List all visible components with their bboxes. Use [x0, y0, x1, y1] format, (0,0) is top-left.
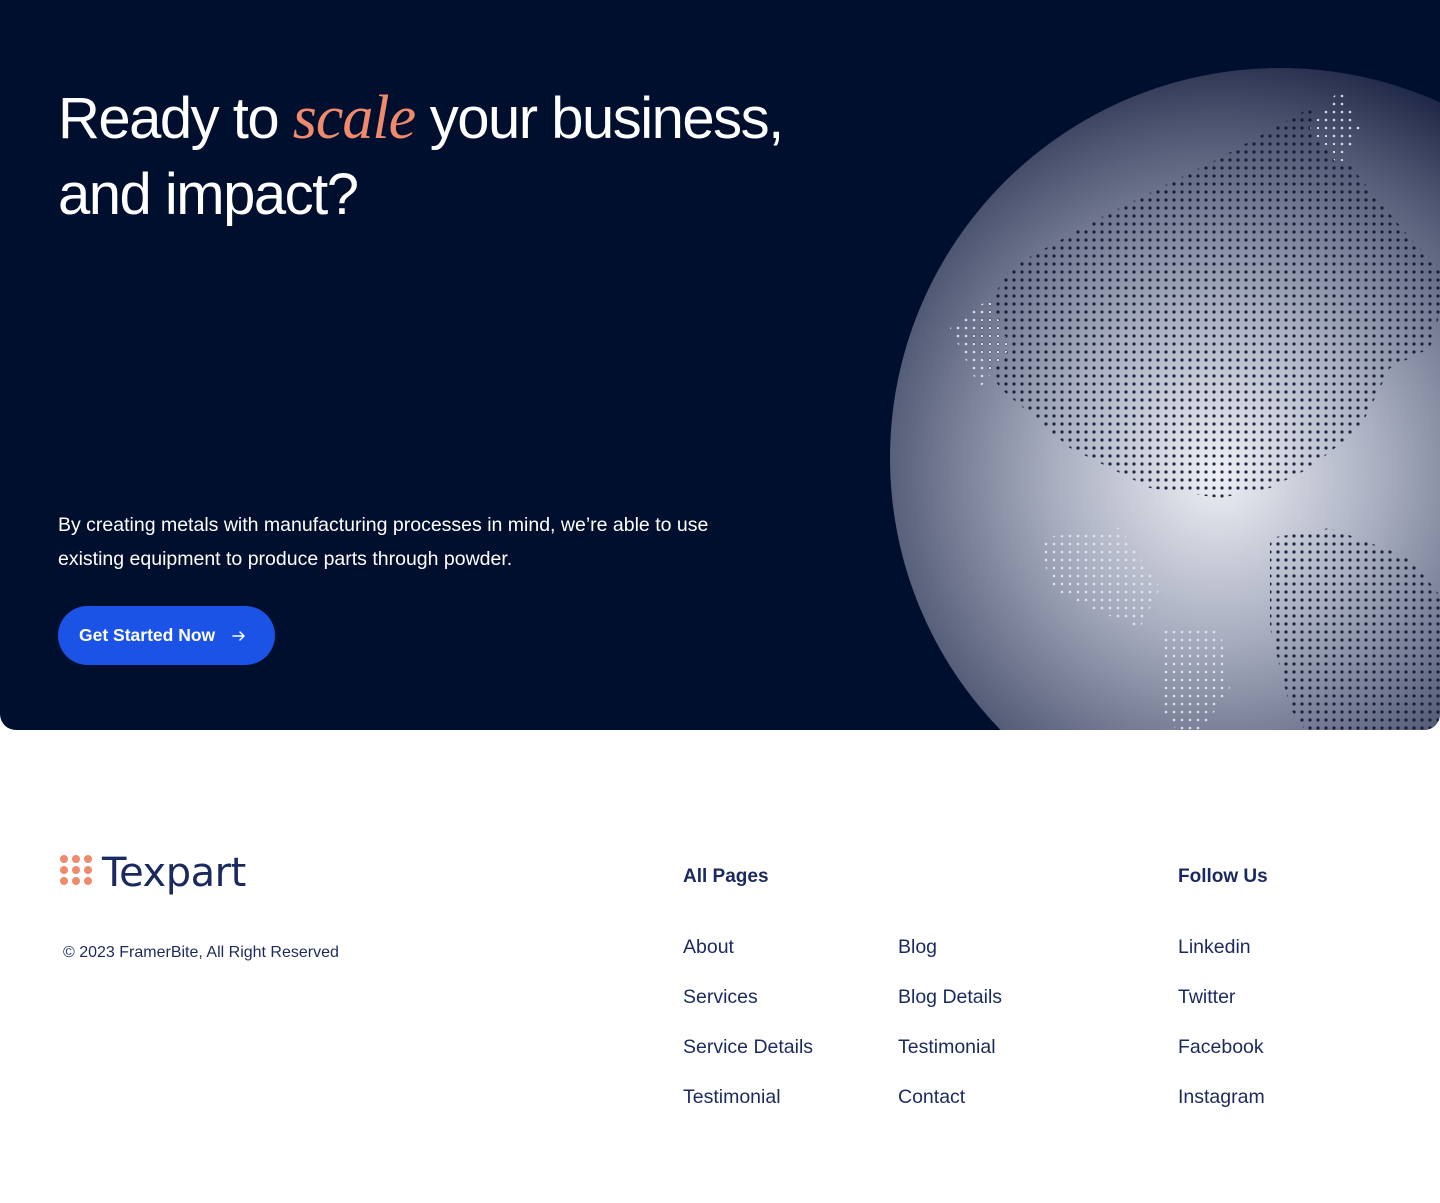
headline-text-end: and impact? — [58, 162, 359, 227]
texpart-logo[interactable]: Texpart — [58, 850, 246, 896]
social-link-twitter[interactable]: Twitter — [1178, 985, 1265, 1035]
cta-description: By creating metals with manufacturing pr… — [58, 514, 709, 570]
footer-link-service-details[interactable]: Service Details — [683, 1035, 813, 1085]
footer-link-blog-details[interactable]: Blog Details — [898, 985, 1002, 1035]
footer-link-testimonial[interactable]: Testimonial — [683, 1085, 813, 1135]
cta-section: Ready to scale your business, and impact… — [0, 0, 1440, 730]
social-link-facebook[interactable]: Facebook — [1178, 1035, 1265, 1085]
copyright-text: © 2023 FramerBite, All Right Reserved — [63, 944, 339, 961]
get-started-button-label: Get Started Now — [79, 625, 216, 645]
headline-text-start: Ready to — [58, 86, 293, 151]
footer-link-services[interactable]: Services — [683, 985, 813, 1035]
social-link-linkedin[interactable]: Linkedin — [1178, 935, 1265, 985]
headline-accent-word: scale — [292, 84, 416, 152]
footer-link-testimonial-2[interactable]: Testimonial — [898, 1035, 1002, 1085]
social-links: Linkedin Twitter Facebook Instagram — [1178, 935, 1265, 1135]
logo-wordmark: Texpart — [102, 850, 246, 896]
get-started-button[interactable]: Get Started Now — [58, 606, 275, 665]
footer-link-blog[interactable]: Blog — [898, 935, 1002, 985]
all-pages-column-2: Blog Blog Details Testimonial Contact — [898, 935, 1002, 1135]
dotted-globe-image — [890, 68, 1440, 730]
headline-text-middle: your business, — [415, 86, 784, 151]
all-pages-column-1: About Services Service Details Testimoni… — [683, 935, 813, 1135]
dot-grid-logo-icon — [60, 855, 92, 885]
social-link-instagram[interactable]: Instagram — [1178, 1085, 1265, 1135]
all-pages-heading: All Pages — [683, 866, 769, 887]
arrow-right-icon — [231, 628, 247, 644]
cta-headline: Ready to scale your business, and impact… — [58, 80, 818, 233]
follow-us-heading: Follow Us — [1178, 866, 1268, 887]
footer-link-contact[interactable]: Contact — [898, 1085, 1002, 1135]
footer-link-about[interactable]: About — [683, 935, 813, 985]
